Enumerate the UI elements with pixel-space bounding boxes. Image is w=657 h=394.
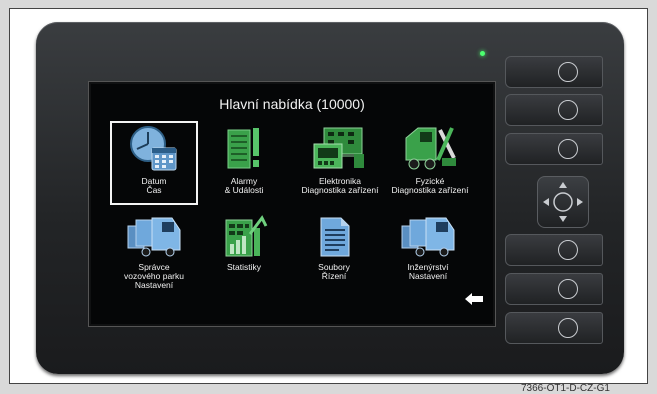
menu-item-label: Elektronika Diagnostika zařízení — [301, 176, 379, 195]
truck-settings-icon — [401, 217, 455, 257]
menu-item-spravce-vozoveho-parku[interactable]: Správce vozového parku Nastavení — [111, 214, 197, 290]
vehicle-tools-icon — [405, 127, 456, 170]
menu-item-elektronika[interactable]: Elektronika Diagnostika zařízení — [297, 124, 383, 195]
button-circle-icon — [558, 318, 578, 338]
softkey-button-4[interactable] — [505, 234, 603, 266]
figure-code: 7366-OT1-D-CZ-G1 — [521, 383, 610, 394]
menu-item-label: Datum Čas — [141, 176, 167, 195]
document-icon — [320, 217, 350, 257]
menu-item-label: Fyzické Diagnostika zařízení — [391, 176, 469, 195]
softkey-button-3[interactable] — [505, 133, 603, 165]
truck-icon — [127, 217, 181, 257]
menu-item-soubory-rizeni[interactable]: Soubory Řízení — [291, 214, 377, 281]
menu-item-label: Správce vozového parku Nastavení — [123, 262, 184, 290]
button-circle-icon — [558, 100, 578, 120]
button-circle-icon — [558, 240, 578, 260]
main-menu-screen: Hlavní nabídka (10000) Datum Čas Alarmy … — [89, 82, 495, 326]
menu-item-inzenyrstvi-nastaveni[interactable]: Inženýrství Nastavení — [385, 214, 471, 281]
menu-item-statistiky[interactable]: Statistiky — [201, 214, 287, 272]
electronics-icon — [313, 127, 364, 169]
menu-item-label: Alarmy & Události — [224, 176, 264, 195]
statistics-chart-icon — [225, 215, 268, 257]
button-circle-icon — [558, 62, 578, 82]
status-led — [480, 51, 485, 56]
softkey-button-1[interactable] — [505, 56, 603, 88]
softkey-button-6[interactable] — [505, 312, 603, 344]
softkey-button-5[interactable] — [505, 273, 603, 305]
dpad-arrows-icon — [543, 182, 583, 222]
navigation-dpad[interactable] — [537, 176, 589, 228]
menu-item-label: Statistiky — [226, 262, 261, 272]
softkey-button-2[interactable] — [505, 94, 603, 126]
clock-calendar-icon — [130, 126, 177, 171]
menu-item-alarmy-udalosti[interactable]: Alarmy & Události — [201, 124, 287, 195]
alarm-list-icon — [227, 128, 259, 169]
button-circle-icon — [558, 139, 578, 159]
menu-item-fyzicke[interactable]: Fyzické Diagnostika zařízení — [387, 120, 473, 195]
button-circle-icon — [558, 279, 578, 299]
menu-item-label: Inženýrství Nastavení — [407, 262, 449, 281]
screen-title: Hlavní nabídka (10000) — [219, 96, 365, 112]
menu-item-label: Soubory Řízení — [318, 262, 350, 281]
back-arrow-icon[interactable] — [465, 293, 483, 305]
menu-item-datum-cas[interactable]: Datum Čas — [111, 124, 197, 195]
